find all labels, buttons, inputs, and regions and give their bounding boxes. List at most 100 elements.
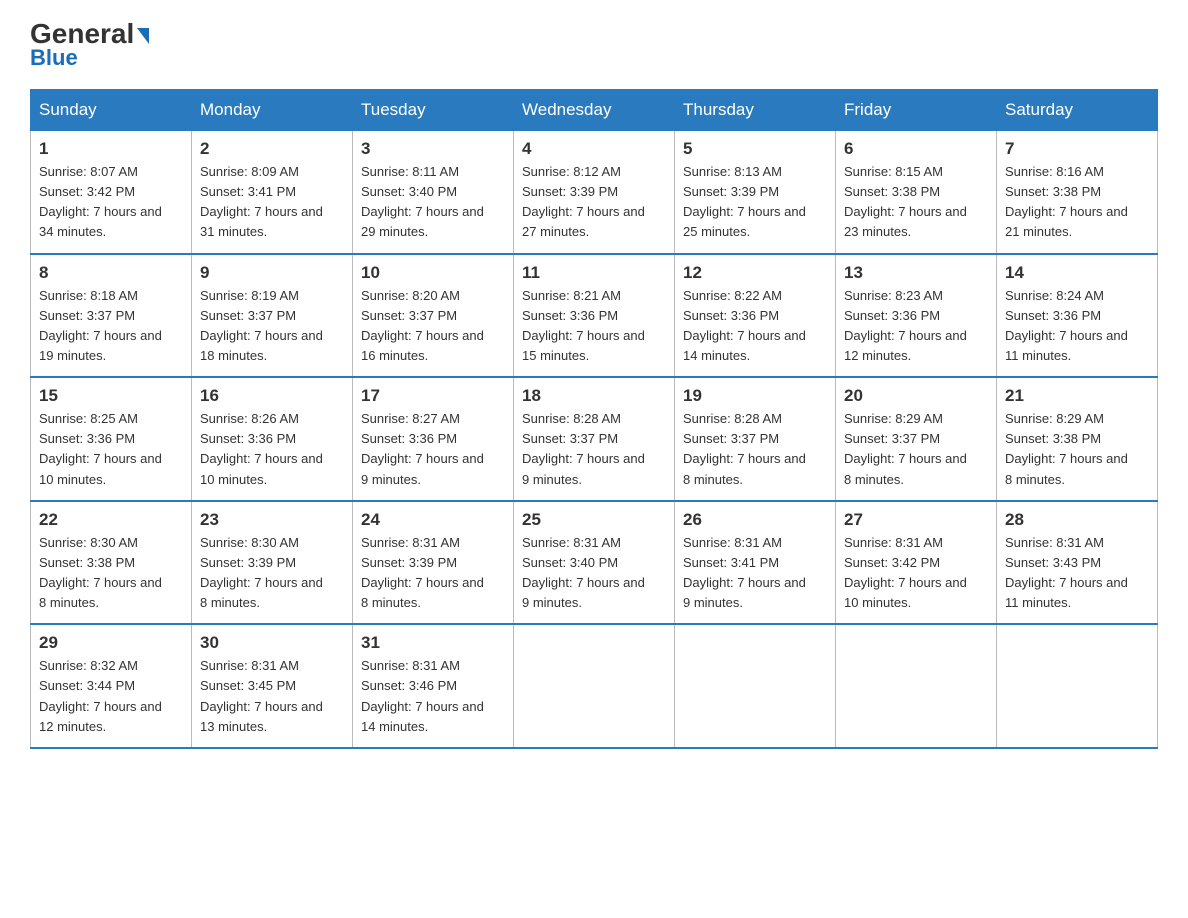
day-info: Sunrise: 8:16 AMSunset: 3:38 PMDaylight:… [1005,162,1149,243]
day-number: 13 [844,263,988,283]
day-cell: 22 Sunrise: 8:30 AMSunset: 3:38 PMDaylig… [31,501,192,625]
day-info: Sunrise: 8:21 AMSunset: 3:36 PMDaylight:… [522,286,666,367]
calendar-table: SundayMondayTuesdayWednesdayThursdayFrid… [30,89,1158,749]
day-number: 16 [200,386,344,406]
day-info: Sunrise: 8:18 AMSunset: 3:37 PMDaylight:… [39,286,183,367]
day-cell: 15 Sunrise: 8:25 AMSunset: 3:36 PMDaylig… [31,377,192,501]
day-cell: 21 Sunrise: 8:29 AMSunset: 3:38 PMDaylig… [997,377,1158,501]
day-cell [675,624,836,748]
day-number: 26 [683,510,827,530]
day-info: Sunrise: 8:31 AMSunset: 3:42 PMDaylight:… [844,533,988,614]
day-number: 17 [361,386,505,406]
day-info: Sunrise: 8:22 AMSunset: 3:36 PMDaylight:… [683,286,827,367]
day-number: 22 [39,510,183,530]
day-info: Sunrise: 8:11 AMSunset: 3:40 PMDaylight:… [361,162,505,243]
day-number: 1 [39,139,183,159]
day-number: 25 [522,510,666,530]
day-info: Sunrise: 8:31 AMSunset: 3:40 PMDaylight:… [522,533,666,614]
day-info: Sunrise: 8:30 AMSunset: 3:38 PMDaylight:… [39,533,183,614]
day-info: Sunrise: 8:30 AMSunset: 3:39 PMDaylight:… [200,533,344,614]
day-cell: 20 Sunrise: 8:29 AMSunset: 3:37 PMDaylig… [836,377,997,501]
day-cell: 24 Sunrise: 8:31 AMSunset: 3:39 PMDaylig… [353,501,514,625]
day-number: 21 [1005,386,1149,406]
day-cell: 5 Sunrise: 8:13 AMSunset: 3:39 PMDayligh… [675,131,836,254]
header-cell-thursday: Thursday [675,90,836,131]
day-info: Sunrise: 8:31 AMSunset: 3:41 PMDaylight:… [683,533,827,614]
week-row-2: 8 Sunrise: 8:18 AMSunset: 3:37 PMDayligh… [31,254,1158,378]
day-cell [836,624,997,748]
day-cell: 13 Sunrise: 8:23 AMSunset: 3:36 PMDaylig… [836,254,997,378]
day-number: 2 [200,139,344,159]
day-info: Sunrise: 8:15 AMSunset: 3:38 PMDaylight:… [844,162,988,243]
calendar-header: SundayMondayTuesdayWednesdayThursdayFrid… [31,90,1158,131]
header-cell-tuesday: Tuesday [353,90,514,131]
day-number: 27 [844,510,988,530]
header-cell-saturday: Saturday [997,90,1158,131]
day-info: Sunrise: 8:31 AMSunset: 3:46 PMDaylight:… [361,656,505,737]
header-cell-friday: Friday [836,90,997,131]
day-cell: 23 Sunrise: 8:30 AMSunset: 3:39 PMDaylig… [192,501,353,625]
day-number: 10 [361,263,505,283]
header-cell-monday: Monday [192,90,353,131]
week-row-4: 22 Sunrise: 8:30 AMSunset: 3:38 PMDaylig… [31,501,1158,625]
day-cell: 11 Sunrise: 8:21 AMSunset: 3:36 PMDaylig… [514,254,675,378]
day-cell [997,624,1158,748]
logo: General Blue [30,20,149,71]
day-number: 31 [361,633,505,653]
day-cell: 3 Sunrise: 8:11 AMSunset: 3:40 PMDayligh… [353,131,514,254]
day-number: 8 [39,263,183,283]
day-info: Sunrise: 8:07 AMSunset: 3:42 PMDaylight:… [39,162,183,243]
day-info: Sunrise: 8:32 AMSunset: 3:44 PMDaylight:… [39,656,183,737]
day-info: Sunrise: 8:09 AMSunset: 3:41 PMDaylight:… [200,162,344,243]
day-info: Sunrise: 8:24 AMSunset: 3:36 PMDaylight:… [1005,286,1149,367]
day-cell: 29 Sunrise: 8:32 AMSunset: 3:44 PMDaylig… [31,624,192,748]
day-cell: 18 Sunrise: 8:28 AMSunset: 3:37 PMDaylig… [514,377,675,501]
day-number: 5 [683,139,827,159]
day-info: Sunrise: 8:26 AMSunset: 3:36 PMDaylight:… [200,409,344,490]
day-cell: 27 Sunrise: 8:31 AMSunset: 3:42 PMDaylig… [836,501,997,625]
page-header: General Blue [30,20,1158,71]
logo-blue-text: Blue [30,45,78,71]
day-cell: 16 Sunrise: 8:26 AMSunset: 3:36 PMDaylig… [192,377,353,501]
header-cell-sunday: Sunday [31,90,192,131]
header-cell-wednesday: Wednesday [514,90,675,131]
day-cell: 6 Sunrise: 8:15 AMSunset: 3:38 PMDayligh… [836,131,997,254]
week-row-3: 15 Sunrise: 8:25 AMSunset: 3:36 PMDaylig… [31,377,1158,501]
calendar-body: 1 Sunrise: 8:07 AMSunset: 3:42 PMDayligh… [31,131,1158,748]
day-info: Sunrise: 8:25 AMSunset: 3:36 PMDaylight:… [39,409,183,490]
day-cell: 17 Sunrise: 8:27 AMSunset: 3:36 PMDaylig… [353,377,514,501]
day-info: Sunrise: 8:31 AMSunset: 3:45 PMDaylight:… [200,656,344,737]
day-number: 6 [844,139,988,159]
day-cell: 25 Sunrise: 8:31 AMSunset: 3:40 PMDaylig… [514,501,675,625]
day-cell: 14 Sunrise: 8:24 AMSunset: 3:36 PMDaylig… [997,254,1158,378]
day-number: 19 [683,386,827,406]
day-number: 12 [683,263,827,283]
day-cell: 26 Sunrise: 8:31 AMSunset: 3:41 PMDaylig… [675,501,836,625]
day-number: 20 [844,386,988,406]
day-info: Sunrise: 8:23 AMSunset: 3:36 PMDaylight:… [844,286,988,367]
day-info: Sunrise: 8:31 AMSunset: 3:39 PMDaylight:… [361,533,505,614]
day-cell: 31 Sunrise: 8:31 AMSunset: 3:46 PMDaylig… [353,624,514,748]
week-row-5: 29 Sunrise: 8:32 AMSunset: 3:44 PMDaylig… [31,624,1158,748]
week-row-1: 1 Sunrise: 8:07 AMSunset: 3:42 PMDayligh… [31,131,1158,254]
day-cell: 12 Sunrise: 8:22 AMSunset: 3:36 PMDaylig… [675,254,836,378]
day-cell [514,624,675,748]
day-number: 23 [200,510,344,530]
day-info: Sunrise: 8:13 AMSunset: 3:39 PMDaylight:… [683,162,827,243]
day-cell: 10 Sunrise: 8:20 AMSunset: 3:37 PMDaylig… [353,254,514,378]
day-cell: 30 Sunrise: 8:31 AMSunset: 3:45 PMDaylig… [192,624,353,748]
day-number: 4 [522,139,666,159]
day-cell: 1 Sunrise: 8:07 AMSunset: 3:42 PMDayligh… [31,131,192,254]
day-info: Sunrise: 8:12 AMSunset: 3:39 PMDaylight:… [522,162,666,243]
day-number: 3 [361,139,505,159]
day-number: 9 [200,263,344,283]
day-info: Sunrise: 8:29 AMSunset: 3:37 PMDaylight:… [844,409,988,490]
day-cell: 28 Sunrise: 8:31 AMSunset: 3:43 PMDaylig… [997,501,1158,625]
day-number: 15 [39,386,183,406]
day-cell: 19 Sunrise: 8:28 AMSunset: 3:37 PMDaylig… [675,377,836,501]
day-number: 14 [1005,263,1149,283]
day-number: 7 [1005,139,1149,159]
day-number: 11 [522,263,666,283]
day-info: Sunrise: 8:31 AMSunset: 3:43 PMDaylight:… [1005,533,1149,614]
day-number: 24 [361,510,505,530]
